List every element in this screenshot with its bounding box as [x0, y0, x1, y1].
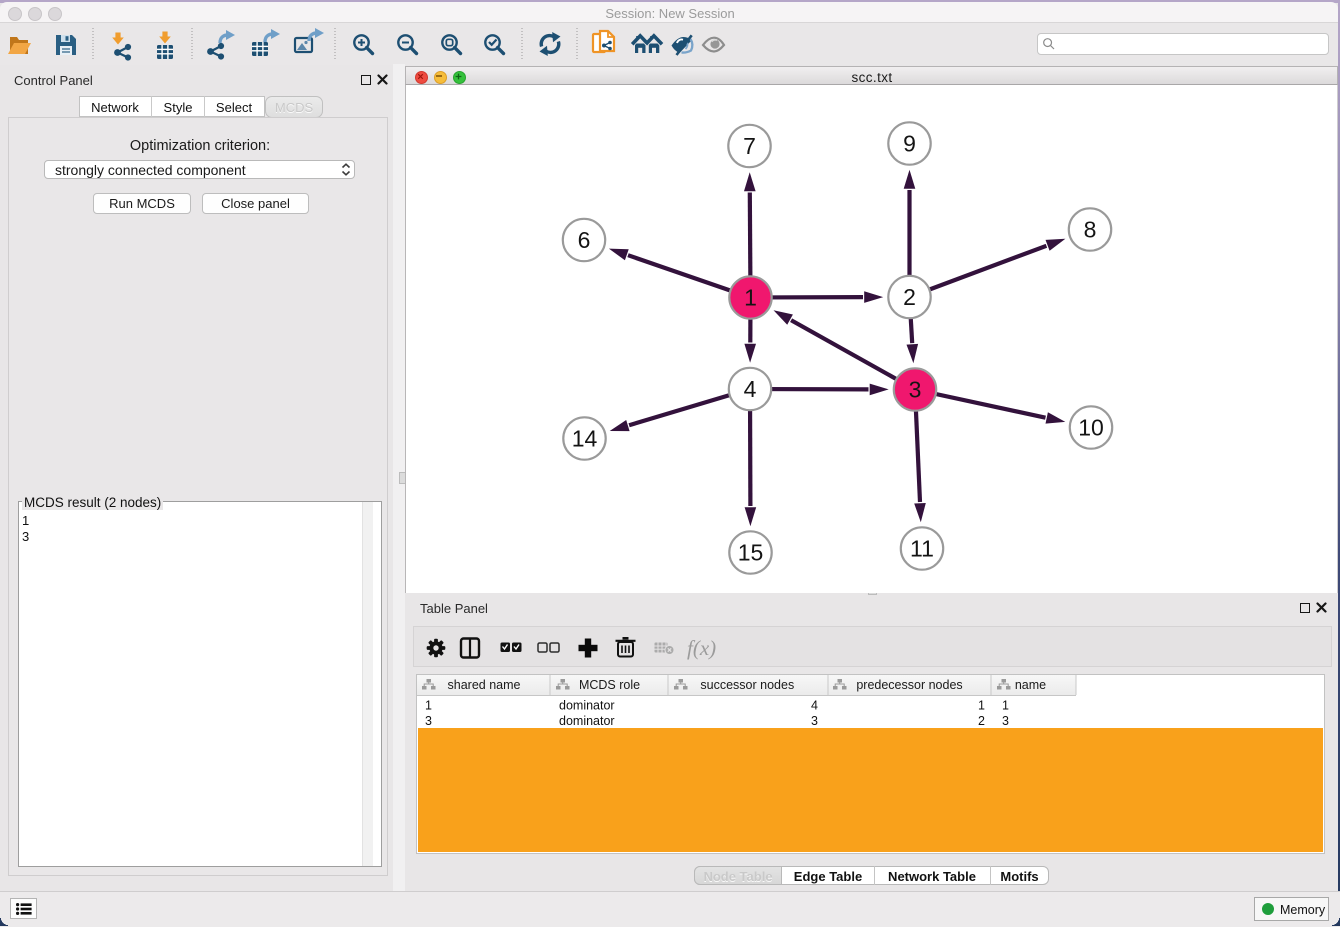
svg-text:3: 3	[1002, 714, 1009, 728]
svg-text:f(x): f(x)	[687, 636, 716, 660]
svg-text:14: 14	[572, 426, 598, 452]
svg-text:MCDS role: MCDS role	[579, 678, 640, 692]
svg-text:4: 4	[744, 376, 757, 402]
svg-text:1: 1	[744, 285, 757, 311]
svg-text:1: 1	[1002, 699, 1009, 713]
svg-text:2: 2	[903, 284, 916, 310]
svg-text:dominator: dominator	[559, 699, 615, 713]
svg-text:7: 7	[743, 133, 756, 159]
svg-text:name: name	[1015, 678, 1046, 692]
svg-text:shared name: shared name	[448, 678, 521, 692]
svg-text:1: 1	[425, 699, 432, 713]
svg-text:11: 11	[910, 536, 934, 562]
svg-text:1: 1	[978, 699, 985, 713]
svg-text:2: 2	[978, 714, 985, 728]
svg-text:15: 15	[738, 540, 764, 566]
svg-text:3: 3	[425, 714, 432, 728]
svg-text:3: 3	[811, 714, 818, 728]
svg-text:9: 9	[903, 131, 916, 157]
svg-text:dominator: dominator	[559, 714, 615, 728]
svg-text:4: 4	[811, 699, 818, 713]
svg-text:successor nodes: successor nodes	[700, 678, 794, 692]
svg-text:10: 10	[1078, 415, 1104, 441]
svg-text:6: 6	[578, 227, 591, 253]
svg-text:predecessor nodes: predecessor nodes	[856, 678, 962, 692]
svg-text:3: 3	[909, 377, 922, 403]
svg-text:8: 8	[1084, 217, 1097, 243]
